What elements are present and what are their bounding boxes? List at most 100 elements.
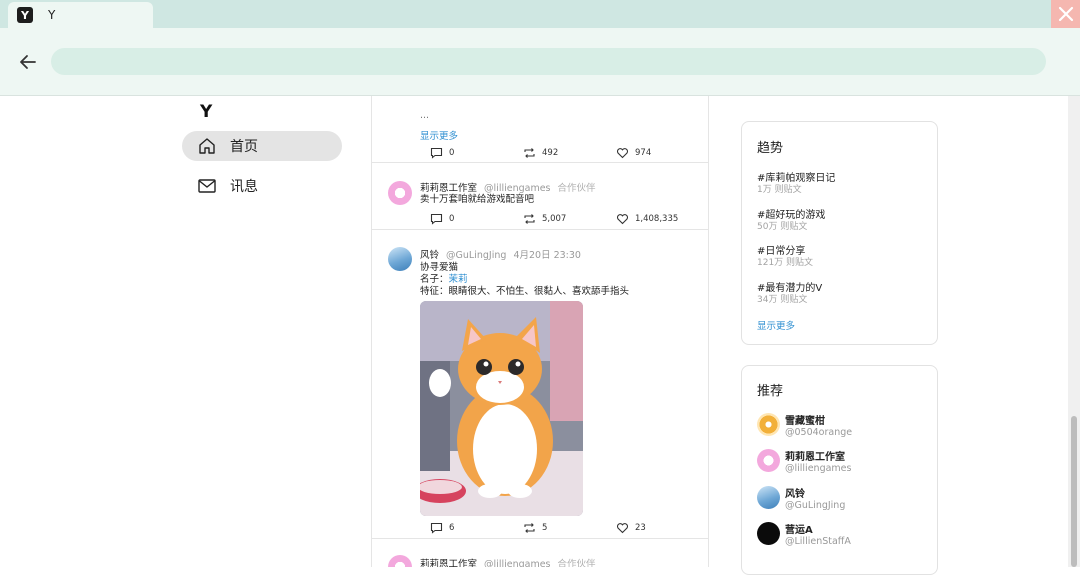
repost-icon [524, 148, 535, 158]
repost-count: 492 [542, 148, 559, 158]
heart-icon [616, 148, 629, 159]
reply-button[interactable]: 0 [430, 147, 454, 159]
post-author-handle[interactable]: @lilliengames [484, 559, 550, 567]
post-author-name[interactable]: 风铃 [420, 250, 439, 261]
partner-badge: 合作伙伴 [557, 183, 596, 194]
comment-icon [430, 213, 443, 225]
feed-post[interactable]: 莉莉恩工作室 @lilliengames 合作伙伴 [372, 539, 708, 567]
comment-icon [430, 147, 443, 159]
repost-count: 5,007 [542, 214, 567, 224]
recommend-user-name[interactable]: 雪藏蜜柑 [785, 412, 825, 427]
reply-button[interactable]: 6 [430, 522, 454, 534]
avatar[interactable] [388, 181, 412, 205]
feed-timeline[interactable]: ... 显示更多 0 492 974 莉莉恩工作室 @lilliengames … [371, 96, 709, 567]
page-scrollbar[interactable] [1068, 96, 1080, 567]
post-inline-link[interactable]: 茉莉 [449, 274, 468, 285]
recommend-user-name[interactable]: 营运A [785, 521, 813, 536]
scrollbar-thumb[interactable] [1071, 416, 1077, 567]
avatar[interactable] [757, 522, 780, 545]
avatar[interactable] [757, 486, 780, 509]
post-timestamp: 4月20日 23:30 [513, 250, 581, 261]
tab-title: Y [48, 8, 56, 22]
post-text-label: 名子： [420, 274, 449, 285]
repost-button[interactable]: 492 [523, 147, 558, 159]
post-text-line: 名子：茉莉 [420, 274, 468, 287]
feed-post[interactable]: ... 显示更多 0 492 974 [372, 96, 708, 163]
trend-item-count: 121万 则贴文 [757, 258, 814, 268]
like-button[interactable]: 1,408,335 [616, 213, 678, 225]
recommend-user-handle[interactable]: @0504orange [785, 427, 852, 438]
heart-icon [616, 214, 629, 225]
like-count: 1,408,335 [635, 214, 679, 224]
like-button[interactable]: 974 [616, 147, 651, 159]
avatar[interactable] [757, 449, 780, 472]
recommend-user-name[interactable]: 风铃 [785, 485, 805, 500]
avatar[interactable] [388, 247, 412, 271]
post-text-line: 特征：眼睛很大、不怕生、很黏人、喜欢舔手指头 [420, 286, 630, 297]
nav-item-label: 首页 [230, 139, 258, 155]
back-button[interactable] [17, 52, 39, 72]
partner-badge: 合作伙伴 [557, 559, 596, 567]
nav-item-home[interactable]: 首页 [182, 131, 342, 161]
heart-icon [616, 523, 629, 534]
repost-button[interactable]: 5,007 [523, 213, 566, 225]
post-author-handle[interactable]: @GuLingJing [446, 250, 506, 261]
post-text: 卖十万套咱就给游戏配音吧 [420, 194, 535, 205]
repost-icon [524, 214, 535, 224]
post-header: 莉莉恩工作室 @lilliengames 合作伙伴 [420, 180, 596, 194]
like-count: 23 [635, 523, 646, 533]
repost-count: 5 [542, 523, 548, 533]
recommend-user-handle[interactable]: @lilliengames [785, 463, 851, 474]
post-actions: 6 5 23 [430, 522, 690, 534]
reply-button[interactable]: 0 [430, 213, 454, 225]
trend-item-count: 34万 则贴文 [757, 295, 808, 305]
feed-post[interactable]: 莉莉恩工作室 @lilliengames 合作伙伴 卖十万套咱就给游戏配音吧 0… [372, 163, 708, 230]
reply-count: 0 [449, 148, 455, 158]
recommend-card: 推荐 雪藏蜜柑 @0504orange 莉莉恩工作室 @lilliengames… [741, 365, 938, 575]
window-close-button[interactable] [1051, 0, 1080, 28]
avatar[interactable] [388, 555, 412, 567]
post-author-handle[interactable]: @lilliengames [484, 183, 550, 194]
orange-cat-illustration [420, 301, 583, 516]
home-icon [199, 138, 215, 154]
reply-count: 6 [449, 523, 455, 533]
app-favicon-icon: Y [17, 7, 33, 23]
trend-item-count: 50万 则贴文 [757, 222, 808, 232]
app-logo[interactable]: Y [200, 102, 212, 122]
trends-show-more-link[interactable]: 显示更多 [757, 318, 795, 332]
like-button[interactable]: 23 [616, 522, 646, 534]
repost-button[interactable]: 5 [523, 522, 547, 534]
post-image[interactable] [420, 301, 583, 516]
browser-tab-bar: Y Y [0, 0, 1080, 28]
comment-icon [430, 522, 443, 534]
recommend-user-handle[interactable]: @LillienStaffA [785, 536, 851, 547]
post-actions: 0 5,007 1,408,335 [430, 213, 690, 225]
browser-nav-bar [0, 28, 1080, 96]
post-text-line: 协寻爱猫 [420, 262, 459, 273]
recommend-user-name[interactable]: 莉莉恩工作室 [785, 448, 845, 463]
address-bar[interactable] [51, 48, 1046, 75]
trend-item-count: 1万 则贴文 [757, 185, 802, 195]
nav-item-messages[interactable]: 讯息 [182, 171, 342, 201]
post-text-truncated: ... [420, 110, 430, 121]
post-header: 莉莉恩工作室 @lilliengames 合作伙伴 [420, 556, 596, 567]
recommend-user-handle[interactable]: @GuLingJing [785, 500, 845, 511]
nav-item-label: 讯息 [230, 179, 258, 195]
browser-tab[interactable]: Y Y [8, 2, 153, 28]
post-actions: 0 492 974 [430, 147, 690, 159]
trends-title: 趋势 [757, 141, 784, 156]
post-author-name[interactable]: 莉莉恩工作室 [420, 183, 477, 194]
recommend-title: 推荐 [757, 384, 784, 399]
feed-post[interactable]: 风铃 @GuLingJing 4月20日 23:30 协寻爱猫 名子：茉莉 特征… [372, 230, 708, 539]
post-header: 风铃 @GuLingJing 4月20日 23:30 [420, 247, 581, 261]
reply-count: 0 [449, 214, 455, 224]
mail-icon [198, 179, 216, 193]
close-x-icon [1058, 6, 1073, 22]
repost-icon [524, 523, 535, 533]
avatar[interactable] [757, 413, 780, 436]
trends-card: 趋势 #库莉帕观察日记 1万 则贴文 #超好玩的游戏 50万 则贴文 #日常分享… [741, 121, 938, 345]
post-author-name[interactable]: 莉莉恩工作室 [420, 559, 477, 567]
like-count: 974 [635, 148, 652, 158]
arrow-left-icon [20, 55, 36, 69]
show-more-link[interactable]: 显示更多 [420, 128, 458, 142]
